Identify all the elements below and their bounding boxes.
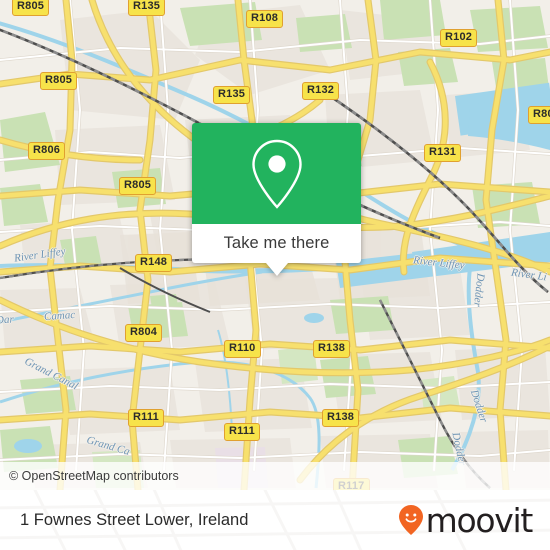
water-label: Dar — [0, 313, 15, 327]
road-shield[interactable]: R135 — [128, 0, 166, 16]
moovit-logo[interactable]: moovit — [398, 490, 534, 550]
road-shield[interactable]: R805 — [12, 0, 50, 16]
map-pin-icon — [251, 139, 302, 209]
moovit-pin-icon — [398, 505, 423, 535]
road-shield[interactable]: R111 — [128, 409, 164, 427]
road-shield[interactable]: R805 — [40, 72, 78, 90]
road-shield[interactable]: R132 — [302, 82, 340, 100]
address-label: 1 Fownes Street Lower, Ireland — [20, 511, 249, 529]
road-shield[interactable]: R138 — [322, 409, 360, 427]
road-shield[interactable]: R108 — [246, 10, 284, 28]
map-attribution[interactable]: © OpenStreetMap contributors — [0, 462, 550, 490]
road-shield[interactable]: R138 — [313, 340, 351, 358]
footer-bar: 1 Fownes Street Lower, Ireland moovit — [0, 490, 550, 550]
road-shield[interactable]: R131 — [424, 144, 462, 162]
moovit-location-card: .blk { fill:#eae5de; } .blk2 { fill:#e8e… — [0, 0, 550, 550]
callout-header — [192, 123, 361, 224]
road-shield[interactable]: R135 — [213, 86, 251, 104]
road-shield[interactable]: R148 — [135, 254, 173, 272]
callout-pointer-tail — [266, 263, 288, 276]
take-me-there-button[interactable]: Take me there — [192, 224, 361, 263]
water-label: Camac — [43, 308, 76, 324]
road-shield[interactable]: R805 — [119, 177, 157, 195]
map-canvas[interactable]: .blk { fill:#eae5de; } .blk2 { fill:#e8e… — [0, 0, 550, 490]
road-shield[interactable]: R80 — [528, 106, 550, 124]
road-shield[interactable]: R111 — [224, 423, 260, 441]
take-me-there-label: Take me there — [223, 234, 330, 252]
moovit-wordmark: moovit — [425, 500, 534, 540]
road-shield[interactable]: R804 — [125, 324, 163, 342]
road-shield[interactable]: R102 — [440, 29, 478, 47]
road-shield[interactable]: R110 — [224, 340, 261, 358]
road-shield[interactable]: R806 — [28, 142, 66, 160]
location-callout-card[interactable]: Take me there — [192, 123, 361, 276]
